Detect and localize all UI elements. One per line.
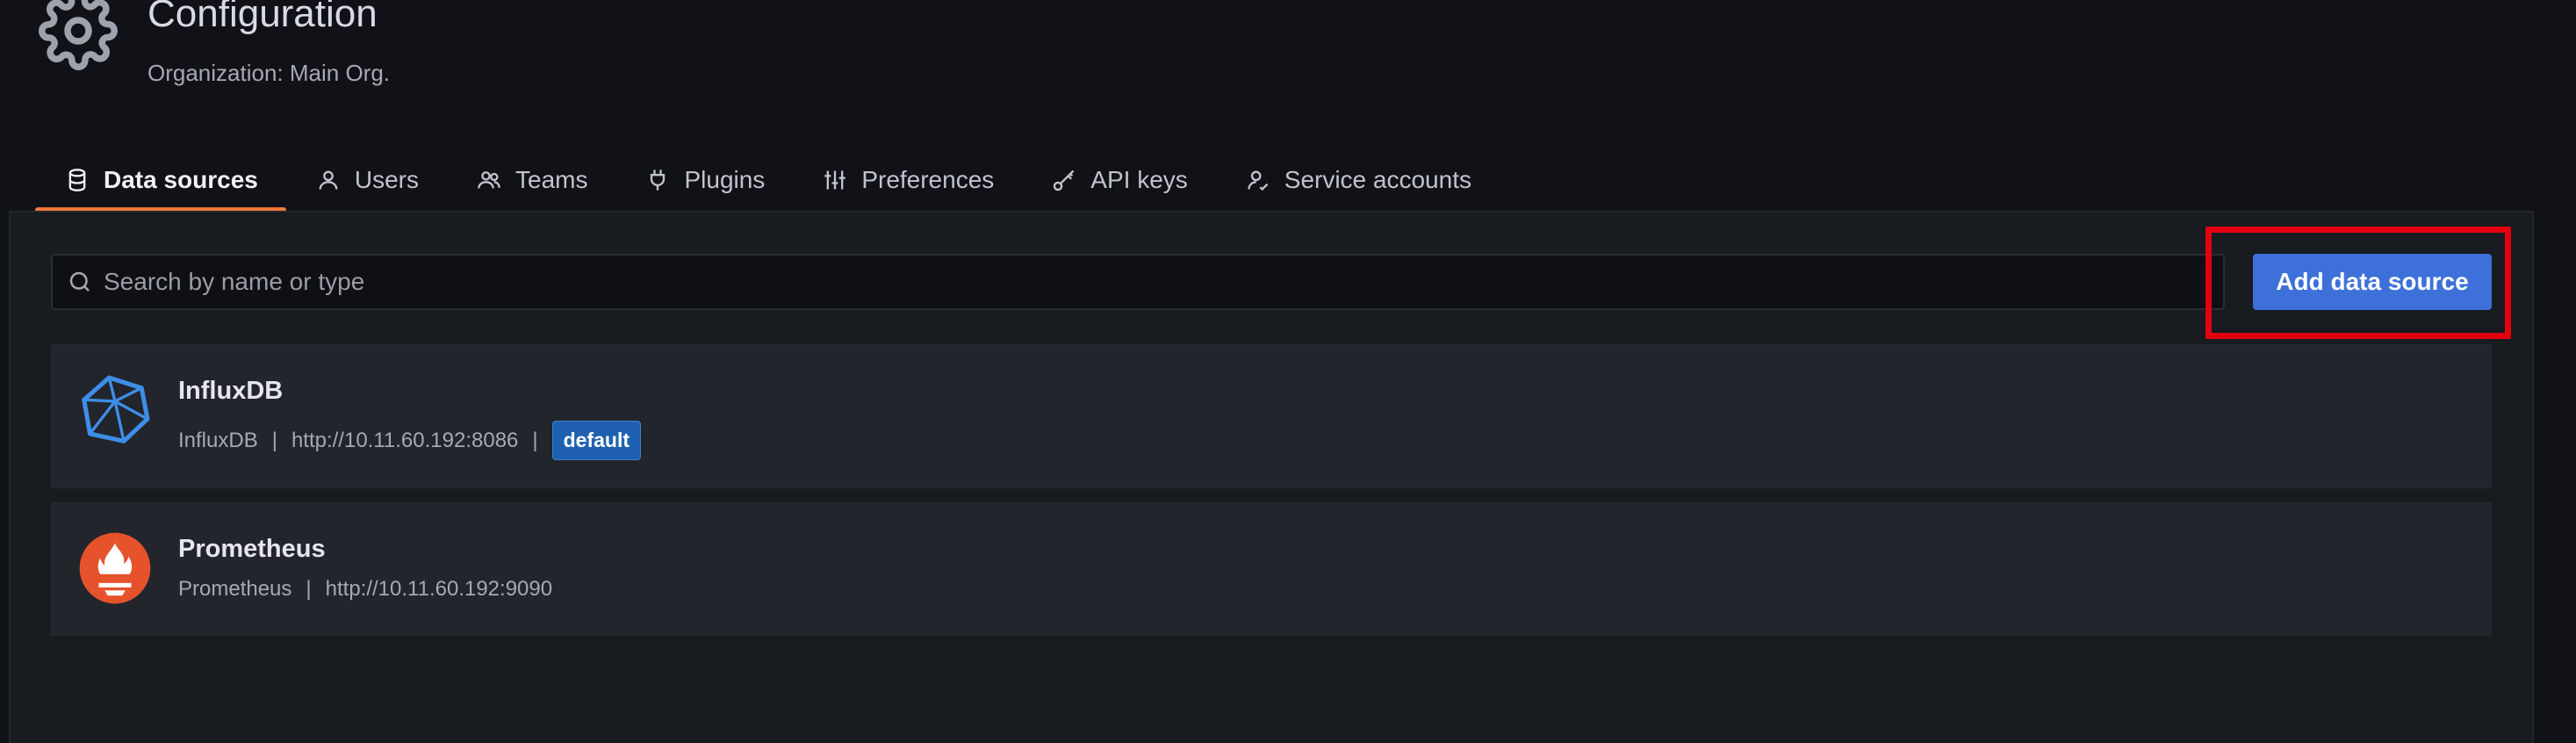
default-badge: default	[551, 421, 642, 460]
datasource-type: Prometheus	[178, 577, 292, 601]
tab-label: Service accounts	[1284, 166, 1471, 193]
datasource-url: http://10.11.60.192:9090	[325, 577, 553, 601]
tab-preferences[interactable]: Preferences	[793, 151, 1022, 209]
tab-label: Data sources	[104, 166, 258, 193]
influxdb-logo	[78, 373, 152, 447]
users-icon	[477, 168, 501, 192]
tab-users[interactable]: Users	[286, 151, 447, 209]
tab-label: Plugins	[684, 166, 766, 193]
separator: |	[532, 428, 538, 452]
gear-icon	[39, 0, 118, 70]
tab-plugins[interactable]: Plugins	[615, 151, 793, 209]
tab-api-keys[interactable]: API keys	[1022, 151, 1215, 209]
plug-icon	[645, 168, 670, 192]
tab-teams[interactable]: Teams	[447, 151, 615, 209]
tab-bar: Data sources Users Teams Plugins Prefere…	[35, 151, 1500, 213]
search-box	[51, 254, 2225, 310]
key-icon	[1052, 168, 1076, 192]
search-input[interactable]	[104, 256, 2223, 308]
separator: |	[271, 428, 277, 452]
datasource-type: InfluxDB	[178, 428, 258, 452]
page-subtitle: Organization: Main Org.	[148, 60, 391, 86]
page-title: Configuration	[148, 0, 378, 35]
tab-label: API keys	[1090, 166, 1188, 193]
tab-label: Teams	[515, 166, 588, 193]
datasource-url: http://10.11.60.192:8086	[291, 428, 519, 452]
search-icon	[67, 269, 93, 295]
prometheus-logo	[78, 531, 152, 605]
tab-label: Users	[354, 166, 419, 193]
tab-data-sources[interactable]: Data sources	[35, 151, 286, 213]
datasource-name: Prometheus	[178, 535, 326, 563]
database-icon	[65, 168, 90, 192]
datasource-name: InfluxDB	[178, 377, 284, 405]
datasource-card-prometheus[interactable]: Prometheus Prometheus | http://10.11.60.…	[51, 502, 2492, 636]
user-cog-icon	[1246, 168, 1270, 192]
datasource-meta: InfluxDB | http://10.11.60.192:8086 | de…	[178, 421, 642, 460]
datasource-card-influxdb[interactable]: InfluxDB InfluxDB | http://10.11.60.192:…	[51, 344, 2492, 488]
separator: |	[306, 577, 312, 601]
datasource-meta: Prometheus | http://10.11.60.192:9090	[178, 577, 552, 602]
configuration-page: Configuration Organization: Main Org. Da…	[0, 0, 2576, 743]
user-icon	[316, 168, 341, 192]
sliders-icon	[823, 168, 847, 192]
add-data-source-button[interactable]: Add data source	[2253, 254, 2492, 310]
tab-label: Preferences	[861, 166, 995, 193]
tab-service-accounts[interactable]: Service accounts	[1216, 151, 1500, 209]
